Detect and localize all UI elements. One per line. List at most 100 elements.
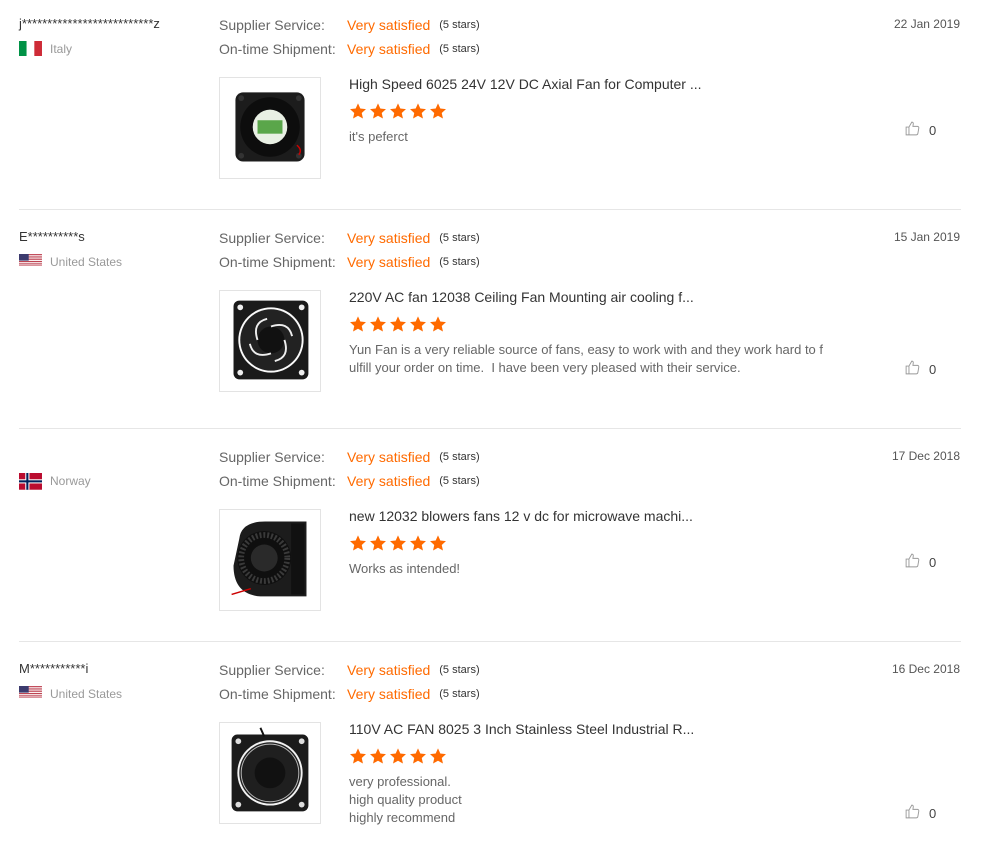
italy-flag-icon	[19, 41, 42, 57]
supplier-service-label: Supplier Service:	[219, 17, 325, 33]
product-title-link[interactable]: 110V AC FAN 8025 3 Inch Stainless Steel …	[349, 721, 694, 737]
shipment-rating: On-time Shipment: Very satisfied (5 stars)	[219, 686, 480, 702]
star-icon	[409, 747, 427, 770]
helpful-count: 0	[929, 122, 937, 138]
review-divider	[19, 428, 961, 429]
star-icon	[429, 315, 447, 338]
review-text: it's peferct	[349, 129, 408, 144]
axial-fan-image	[222, 78, 318, 179]
star-icon	[409, 102, 427, 125]
reviewer-name: M***********i	[19, 661, 89, 676]
star-icon	[349, 315, 367, 338]
ac-fan-image	[222, 291, 318, 392]
review-divider	[19, 641, 961, 642]
country-name: United States	[50, 686, 123, 701]
review-date: 16 Dec 2018	[891, 662, 960, 676]
country-name: Norway	[50, 473, 91, 488]
helpful-count: 0	[929, 554, 937, 570]
product-thumbnail[interactable]	[219, 77, 321, 179]
product-title-link[interactable]: 220V AC fan 12038 Ceiling Fan Mounting a…	[349, 289, 694, 305]
product-title-link[interactable]: High Speed 6025 24V 12V DC Axial Fan for…	[349, 76, 702, 92]
review-text: Works as intended!	[349, 561, 461, 576]
blower-fan-image	[222, 510, 318, 611]
shipment-stars: (5 stars)	[439, 256, 480, 268]
shipment-stars: (5 stars)	[439, 43, 480, 55]
country-name: United States	[50, 254, 123, 269]
product-rating-stars	[349, 747, 447, 770]
star-icon	[409, 534, 427, 557]
reviewer-name: E**********s	[19, 229, 85, 244]
supplier-service-stars: (5 stars)	[439, 232, 480, 244]
country-name: Italy	[50, 41, 73, 56]
star-icon	[389, 534, 407, 557]
shipment-value: Very satisfied	[347, 473, 431, 489]
shipment-label: On-time Shipment:	[219, 41, 336, 57]
shipment-value: Very satisfied	[347, 686, 431, 702]
thumbs-up-icon	[904, 120, 921, 140]
product-thumbnail[interactable]	[219, 722, 321, 824]
helpful-button[interactable]: 0	[904, 552, 936, 572]
review-text: Yun Fan is a very reliable source of fan…	[349, 342, 824, 375]
reviewer-country: United States	[19, 686, 122, 701]
star-icon	[369, 534, 387, 557]
helpful-count: 0	[929, 361, 937, 377]
usa-flag-icon	[19, 686, 42, 701]
reviewer-country: Norway	[19, 473, 91, 490]
review-date: 17 Dec 2018	[891, 449, 960, 463]
norway-flag-icon	[19, 473, 42, 490]
supplier-service-stars: (5 stars)	[439, 664, 480, 676]
helpful-button[interactable]: 0	[904, 359, 936, 379]
thumbs-up-icon	[904, 803, 921, 823]
star-icon	[429, 747, 447, 770]
product-title-link[interactable]: new 12032 blowers fans 12 v dc for micro…	[349, 508, 693, 524]
shipment-label: On-time Shipment:	[219, 473, 336, 489]
shipment-label: On-time Shipment:	[219, 686, 336, 702]
shipment-value: Very satisfied	[347, 41, 431, 57]
star-icon	[389, 315, 407, 338]
shipment-rating: On-time Shipment: Very satisfied (5 stars)	[219, 473, 480, 489]
product-rating-stars	[349, 102, 447, 125]
shipment-value: Very satisfied	[347, 254, 431, 270]
star-icon	[389, 747, 407, 770]
shipment-stars: (5 stars)	[439, 475, 480, 487]
supplier-service-rating: Supplier Service: Very satisfied (5 stars)	[219, 17, 480, 33]
supplier-service-stars: (5 stars)	[439, 451, 480, 463]
star-icon	[369, 315, 387, 338]
reviewer-country: United States	[19, 254, 122, 269]
supplier-service-value: Very satisfied	[347, 17, 431, 33]
star-icon	[429, 102, 447, 125]
industrial-fan-image	[222, 723, 318, 824]
star-icon	[369, 747, 387, 770]
shipment-stars: (5 stars)	[439, 688, 480, 700]
review-date: 15 Jan 2019	[893, 230, 960, 244]
thumbs-up-icon	[904, 359, 921, 379]
usa-flag-icon	[19, 254, 42, 269]
supplier-service-stars: (5 stars)	[439, 19, 480, 31]
supplier-service-label: Supplier Service:	[219, 230, 325, 246]
review-text: very professional. high quality product …	[349, 774, 462, 825]
star-icon	[369, 102, 387, 125]
shipment-rating: On-time Shipment: Very satisfied (5 stars)	[219, 254, 480, 270]
supplier-service-rating: Supplier Service: Very satisfied (5 stars)	[219, 230, 480, 246]
star-icon	[429, 534, 447, 557]
review-divider	[19, 209, 961, 210]
review-date: 22 Jan 2019	[893, 17, 960, 31]
supplier-service-value: Very satisfied	[347, 662, 431, 678]
helpful-count: 0	[929, 805, 937, 821]
star-icon	[409, 315, 427, 338]
reviewer-name: j**************************z	[19, 16, 160, 31]
star-icon	[389, 102, 407, 125]
helpful-button[interactable]: 0	[904, 803, 936, 823]
supplier-service-label: Supplier Service:	[219, 449, 325, 465]
helpful-button[interactable]: 0	[904, 120, 936, 140]
reviewer-country: Italy	[19, 41, 73, 57]
star-icon	[349, 747, 367, 770]
shipment-label: On-time Shipment:	[219, 254, 336, 270]
supplier-service-rating: Supplier Service: Very satisfied (5 stars)	[219, 662, 480, 678]
product-thumbnail[interactable]	[219, 509, 321, 611]
supplier-service-value: Very satisfied	[347, 449, 431, 465]
supplier-service-label: Supplier Service:	[219, 662, 325, 678]
shipment-rating: On-time Shipment: Very satisfied (5 stars)	[219, 41, 480, 57]
thumbs-up-icon	[904, 552, 921, 572]
product-thumbnail[interactable]	[219, 290, 321, 392]
